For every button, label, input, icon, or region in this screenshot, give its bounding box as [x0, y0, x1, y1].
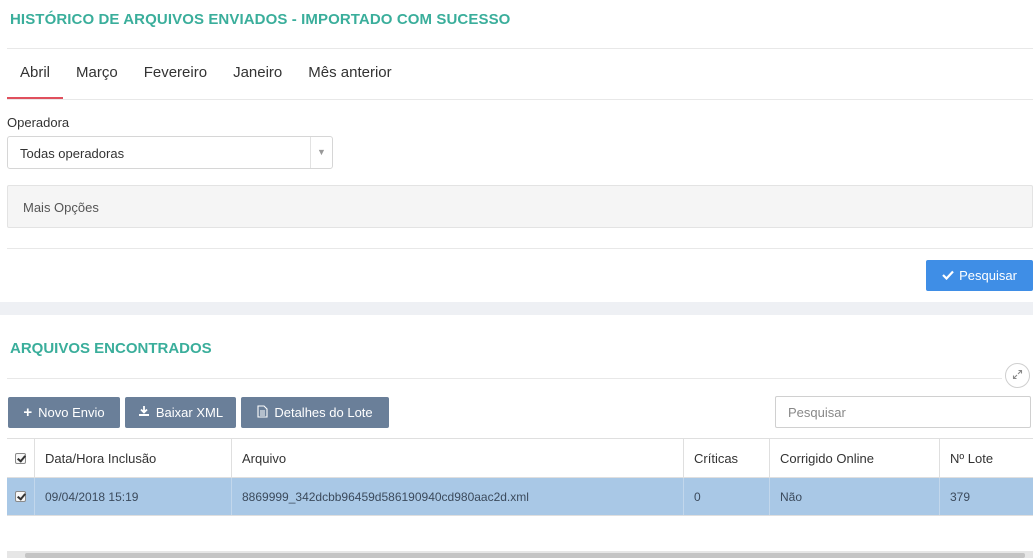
cell-corrigido-online: Não	[769, 478, 939, 515]
expand-icon	[1012, 368, 1023, 383]
novo-envio-button[interactable]: + Novo Envio	[8, 397, 120, 428]
divider	[7, 248, 1033, 249]
results-title: ARQUIVOS ENCONTRADOS	[10, 340, 212, 357]
tabs-divider	[7, 99, 1033, 100]
column-header-arquivo[interactable]: Arquivo	[231, 439, 683, 477]
section-separator	[0, 302, 1033, 315]
filter-panel: HISTÓRICO DE ARQUIVOS ENVIADOS - IMPORTA…	[0, 0, 1033, 302]
tab-mes-anterior[interactable]: Mês anterior	[295, 60, 404, 100]
row-checkbox[interactable]	[15, 491, 26, 502]
table-row[interactable]: 09/04/2018 15:19 8869999_342dcbb96459d58…	[7, 478, 1033, 516]
scrollbar-thumb[interactable]	[25, 553, 1025, 558]
column-header-data-hora[interactable]: Data/Hora Inclusão	[34, 439, 231, 477]
column-header-criticas[interactable]: Críticas	[683, 439, 769, 477]
mais-opcoes-toggle[interactable]: Mais Opções	[7, 185, 1033, 228]
column-header-lote[interactable]: Nº Lote	[939, 439, 1033, 477]
operadora-label: Operadora	[7, 115, 70, 130]
cell-data-hora: 09/04/2018 15:19	[34, 478, 231, 515]
select-all-checkbox[interactable]	[15, 452, 26, 464]
tab-janeiro[interactable]: Janeiro	[220, 60, 295, 100]
detalhes-lote-button[interactable]: Detalhes do Lote	[241, 397, 389, 428]
baixar-xml-button[interactable]: Baixar XML	[125, 397, 236, 428]
tab-abril[interactable]: Abril	[7, 60, 64, 100]
divider	[7, 48, 1033, 49]
cell-criticas: 0	[683, 478, 769, 515]
document-icon	[257, 404, 268, 421]
horizontal-scrollbar[interactable]	[7, 551, 1033, 558]
row-select-cell	[7, 478, 34, 515]
select-all-cell	[7, 439, 34, 477]
column-header-corrigido-online[interactable]: Corrigido Online	[769, 439, 939, 477]
search-button-label: Pesquisar	[959, 268, 1017, 283]
search-input[interactable]	[775, 396, 1031, 428]
novo-envio-label: Novo Envio	[38, 405, 105, 420]
month-tabs: Abril Março Fevereiro Janeiro Mês anteri…	[7, 60, 405, 100]
detalhes-lote-label: Detalhes do Lote	[274, 405, 373, 420]
divider	[7, 378, 1002, 379]
expand-button[interactable]	[1005, 363, 1030, 388]
search-button[interactable]: Pesquisar	[926, 260, 1033, 291]
baixar-xml-label: Baixar XML	[155, 405, 224, 420]
operadora-selected-value: Todas operadoras	[20, 146, 125, 161]
tab-marco[interactable]: Março	[63, 60, 131, 100]
results-table: Data/Hora Inclusão Arquivo Críticas Corr…	[7, 438, 1033, 516]
plus-icon: +	[23, 404, 33, 421]
check-icon	[942, 268, 954, 283]
chevron-down-icon: ▼	[310, 137, 332, 168]
operadora-select[interactable]: Todas operadoras ▼	[7, 136, 333, 169]
table-header-row: Data/Hora Inclusão Arquivo Críticas Corr…	[7, 438, 1033, 478]
cell-arquivo: 8869999_342dcbb96459d586190940cd980aac2d…	[231, 478, 683, 515]
download-icon	[138, 405, 150, 420]
mais-opcoes-label: Mais Opções	[23, 200, 99, 215]
cell-lote: 379	[939, 478, 1033, 515]
page-title: HISTÓRICO DE ARQUIVOS ENVIADOS - IMPORTA…	[10, 11, 511, 28]
tab-fevereiro[interactable]: Fevereiro	[131, 60, 220, 100]
